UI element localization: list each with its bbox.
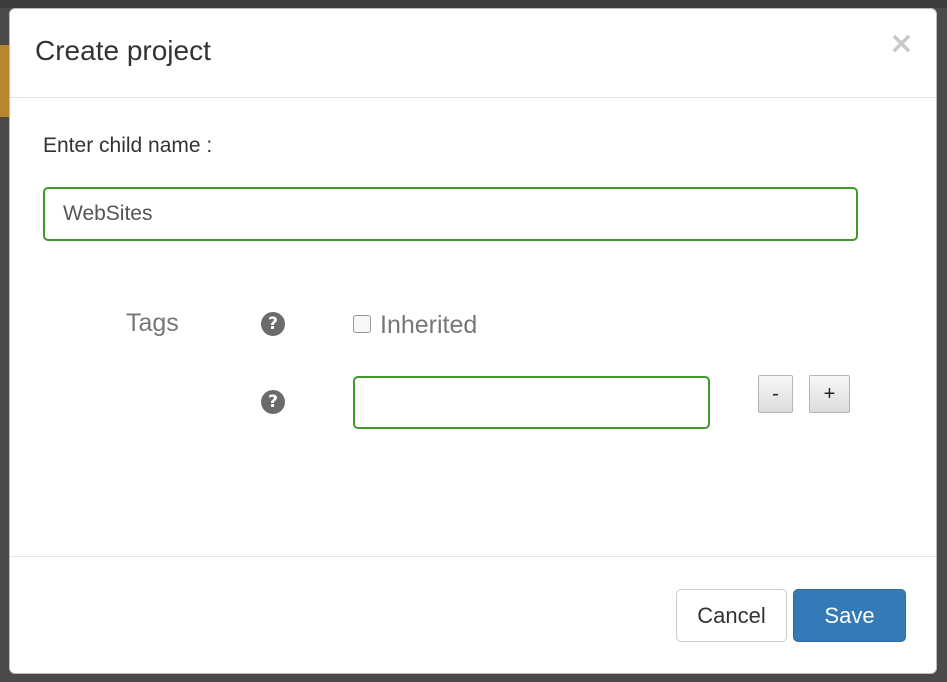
inherited-checkbox-group[interactable]: Inherited (353, 311, 477, 340)
tag-input[interactable] (353, 376, 710, 429)
tags-label: Tags (126, 309, 179, 337)
tags-help-icon[interactable]: ? (261, 312, 285, 336)
remove-tag-button[interactable]: - (758, 375, 793, 413)
child-name-input[interactable] (43, 187, 858, 241)
inherited-label[interactable]: Inherited (380, 311, 477, 340)
modal-title: Create project (35, 35, 211, 66)
add-tag-button[interactable]: + (809, 375, 850, 413)
modal-header: Create project × (10, 9, 936, 98)
modal-footer: Cancel Save (10, 556, 936, 675)
cancel-button[interactable]: Cancel (676, 589, 787, 642)
backdrop-header (0, 0, 947, 8)
child-name-label: Enter child name : (43, 134, 213, 157)
save-button[interactable]: Save (793, 589, 906, 642)
close-icon[interactable]: × (889, 29, 914, 59)
inherited-checkbox[interactable] (353, 314, 371, 333)
create-project-modal: Create project × Enter child name : Tags… (9, 8, 937, 674)
tag-value-help-icon[interactable]: ? (261, 390, 285, 414)
